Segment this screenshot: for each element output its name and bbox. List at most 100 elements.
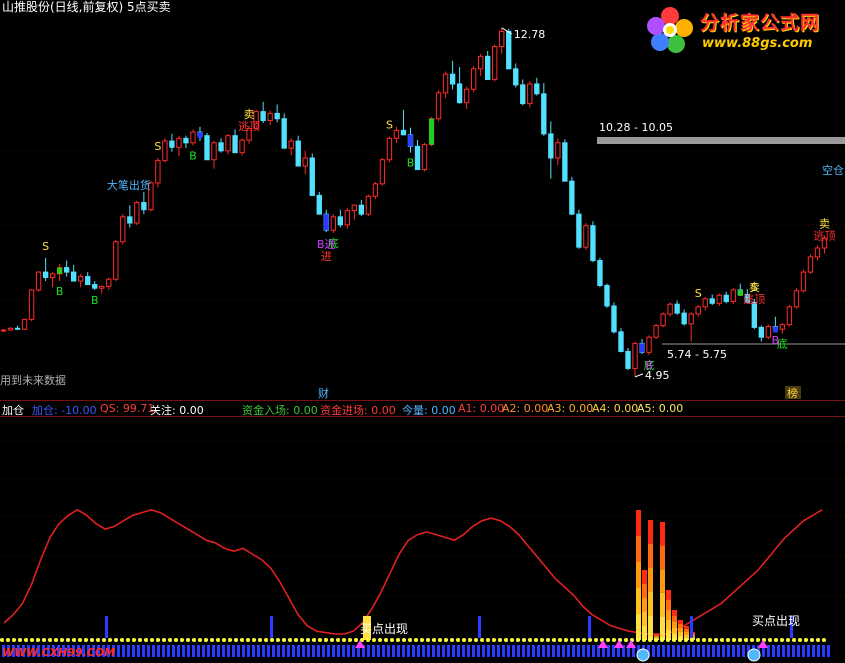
indicator-panel[interactable]: 买点出现买点出现 [0, 416, 845, 663]
candle-body [506, 30, 512, 70]
comb-bar [147, 645, 150, 657]
stacked-bar-segment [678, 624, 683, 628]
baseline-dot [252, 638, 256, 642]
comb-bar [707, 645, 710, 657]
baseline-dot [12, 638, 16, 642]
candle-body [393, 129, 400, 139]
stacked-bar-segment [648, 616, 653, 640]
comb-bar [477, 645, 480, 657]
signal-candle [408, 134, 413, 147]
legend-qs: QS: 99.71 [100, 402, 155, 415]
baseline-dot [324, 638, 328, 642]
candle [190, 129, 196, 146]
comb-bar [482, 645, 485, 657]
candle-body [730, 289, 736, 303]
candle-body [534, 83, 540, 95]
candle [99, 285, 105, 294]
baseline-dot [372, 638, 376, 642]
candle-body [646, 336, 652, 353]
baseline-dot [450, 638, 454, 642]
candle-body [71, 271, 77, 282]
comb-bar [127, 645, 130, 657]
candle [779, 322, 786, 334]
comb-bar [402, 645, 405, 657]
baseline-dot [438, 638, 442, 642]
stacked-bar-segment [642, 612, 647, 626]
signal-dot-icon [636, 648, 650, 662]
stacked-bar-segment [678, 632, 683, 636]
stacked-bar-segment [648, 544, 653, 568]
baseline-dot [366, 638, 370, 642]
signal-candle [639, 343, 645, 353]
candle-body [113, 241, 119, 280]
comb-bar [777, 645, 780, 657]
comb-bar [282, 645, 285, 657]
baseline-dot [282, 638, 286, 642]
baseline-dot [420, 638, 424, 642]
baseline-dot [78, 638, 82, 642]
candle-body [604, 284, 610, 307]
baseline-dot [0, 638, 4, 642]
stacked-bar-segment [654, 636, 659, 638]
stacked-bar-segment [660, 545, 665, 570]
candle-body [681, 312, 687, 325]
baseline-dot [174, 638, 178, 642]
comb-bar [562, 645, 565, 657]
baseline-dot [300, 638, 304, 642]
candle-body [85, 276, 91, 286]
baseline-dot [60, 638, 64, 642]
baseline-dot [558, 638, 562, 642]
baseline-dot [426, 638, 430, 642]
comb-bar [507, 645, 510, 657]
comb-bar [522, 645, 525, 657]
candle-body [456, 83, 463, 104]
comb-bar [592, 645, 595, 657]
candle [365, 194, 372, 216]
candle [218, 138, 224, 153]
baseline-dot [750, 638, 754, 642]
baseline-dot [66, 638, 70, 642]
comb-bar [742, 645, 745, 657]
baseline-dot [732, 638, 736, 642]
signal-label: B [189, 149, 197, 162]
baseline-dot [708, 638, 712, 642]
baseline-dot [768, 638, 772, 642]
comb-bar [447, 645, 450, 657]
baseline-dot [222, 638, 226, 642]
price-panel[interactable]: 10.28 - 10.055.74 - 5.7512.784.95SBBS大笔出… [0, 0, 845, 400]
indicator-legend: 加仓 加仓: -10.00 QS: 99.71 关注: 0.00 资金入场: 0… [0, 402, 845, 417]
candle-body [162, 140, 168, 162]
baseline-dot [636, 638, 640, 642]
candle-body [548, 133, 554, 159]
comb-bar [302, 645, 305, 657]
candle-body [702, 298, 708, 308]
signal-label: S [695, 287, 702, 300]
candle-body [204, 135, 210, 161]
baseline-dot [582, 638, 586, 642]
comb-bar [407, 645, 410, 657]
baseline-dot [504, 638, 508, 642]
candle-body [344, 210, 351, 226]
candle [21, 318, 28, 331]
signal-candle [772, 326, 778, 333]
comb-bar [827, 645, 830, 657]
comb-bar [612, 645, 615, 657]
candle-body [569, 180, 575, 215]
comb-bar [427, 645, 430, 657]
signal-dot-icon [747, 648, 761, 662]
baseline-dot [342, 638, 346, 642]
baseline-dot [570, 638, 574, 642]
baseline-dot [96, 638, 100, 642]
comb-bar [782, 645, 785, 657]
comb-bar [207, 645, 210, 657]
baseline-dot [36, 638, 40, 642]
candle-body [520, 84, 526, 105]
comb-bar [712, 645, 715, 657]
candle [351, 204, 358, 220]
comb-bar [297, 645, 300, 657]
candle-body [723, 294, 729, 303]
comb-bar [387, 645, 390, 657]
candle-body [35, 271, 42, 291]
baseline-dot [258, 638, 262, 642]
comb-bar [317, 645, 320, 657]
